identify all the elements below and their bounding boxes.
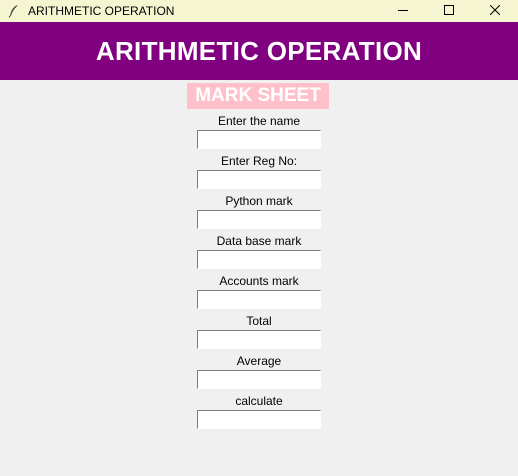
- window-title: ARITHMETIC OPERATION: [28, 4, 175, 18]
- feather-icon: [6, 3, 22, 19]
- database-mark-input[interactable]: [197, 250, 321, 269]
- close-button[interactable]: [472, 0, 518, 22]
- reg-no-label: Enter Reg No:: [220, 154, 298, 168]
- accounts-mark-label: Accounts mark: [219, 274, 299, 288]
- header-banner: ARITHMETIC OPERATION: [0, 22, 518, 80]
- average-label: Average: [236, 354, 282, 368]
- mark-sheet-title: MARK SHEET: [195, 85, 321, 106]
- python-mark-label: Python mark: [225, 194, 293, 208]
- calculate-input[interactable]: [197, 410, 321, 429]
- app-window: ARITHMETIC OPERATION ARITHMETIC OPERATIO…: [0, 0, 518, 476]
- total-label: Total: [246, 314, 272, 328]
- name-input[interactable]: [197, 130, 321, 149]
- average-input[interactable]: [197, 370, 321, 389]
- minimize-button[interactable]: [380, 0, 426, 22]
- calculate-label: calculate: [235, 394, 283, 408]
- maximize-icon: [444, 2, 454, 20]
- python-mark-input[interactable]: [197, 210, 321, 229]
- accounts-mark-input[interactable]: [197, 290, 321, 309]
- minimize-icon: [398, 2, 408, 20]
- reg-no-input[interactable]: [197, 170, 321, 189]
- window-controls: [380, 0, 518, 22]
- mark-sheet-banner: MARK SHEET: [187, 83, 329, 109]
- title-bar[interactable]: ARITHMETIC OPERATION: [0, 0, 518, 22]
- header-title: ARITHMETIC OPERATION: [95, 35, 423, 66]
- name-label: Enter the name: [217, 114, 301, 128]
- database-mark-label: Data base mark: [216, 234, 302, 248]
- maximize-button[interactable]: [426, 0, 472, 22]
- close-icon: [489, 2, 501, 20]
- total-input[interactable]: [197, 330, 321, 349]
